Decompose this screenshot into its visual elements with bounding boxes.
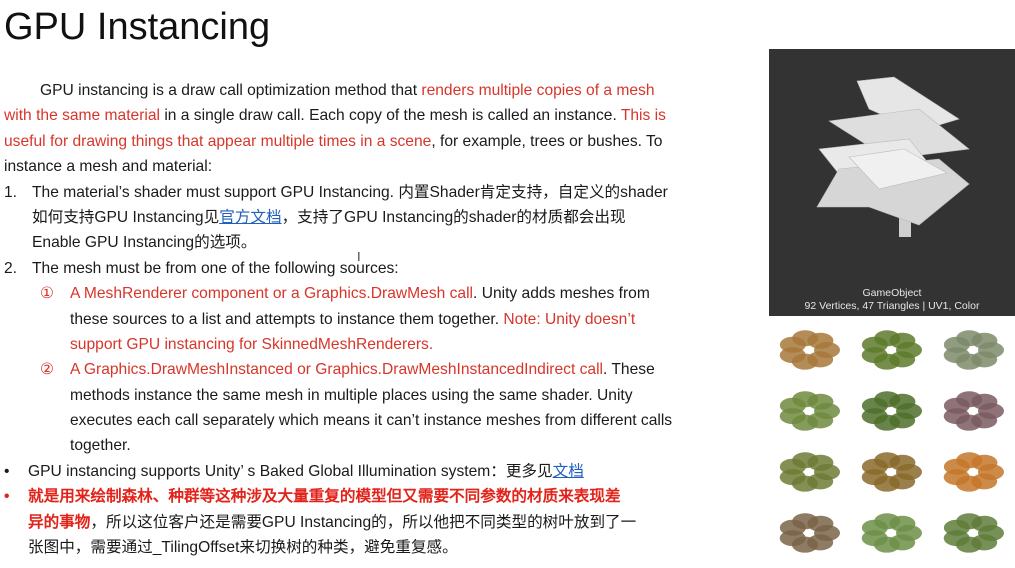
text-segment: . Unity adds meshes from <box>473 285 650 303</box>
list-marker: ② <box>40 361 54 379</box>
foliage-texture-atlas <box>769 320 1015 563</box>
text-segment: Enable GPU Instancing的选项。 <box>32 234 257 252</box>
leaf-cluster-icon <box>861 513 922 553</box>
text-segment: 如何支持GPU Instancing见 <box>32 208 220 226</box>
text-line: 如何支持GPU Instancing见官方文档，支持了GPU Instancin… <box>0 205 765 230</box>
text-line: useful for drawing things that appear mu… <box>0 129 765 154</box>
text-line: ② A Graphics.DrawMeshInstanced or Graphic… <box>0 357 765 382</box>
text-segment: ，所以这位客户还是需要GPU Instancing的，所以他把不同类型的树叶放到… <box>90 513 637 531</box>
leaf-cluster-icon <box>943 513 1004 553</box>
text-segment: A Graphics.DrawMeshInstanced or Graphics… <box>70 361 604 379</box>
text-segment: GPU instancing supports Unity’ s Baked G… <box>28 462 553 480</box>
text-line: instance a mesh and material: <box>0 154 765 179</box>
text-segment: The mesh must be from one of the followi… <box>32 259 399 277</box>
text-segment: . These <box>603 361 655 379</box>
text-segment: 就是用来绘制森林、种群等这种涉及大量重复的模型但又需要不同参数的材质来表现差 <box>28 488 621 506</box>
text-segment: ，支持了GPU Instancing的shader的材质都会出现 <box>281 208 626 226</box>
text-line: 2. The mesh must be from one of the follo… <box>0 256 765 281</box>
slide-title: GPU Instancing <box>4 6 271 48</box>
text-line: these sources to a list and attempts to … <box>0 307 765 332</box>
preview-object-name: GameObject <box>862 287 922 299</box>
leaf-cluster-icon <box>779 513 840 553</box>
leaf-cluster-icon <box>943 452 1004 492</box>
text-line: with the same material in a single draw … <box>0 103 765 128</box>
text-segment: , for example, trees or bushes. To <box>431 132 663 150</box>
text-segment: methods instance the same mesh in multip… <box>70 386 633 404</box>
slide-body: GPU instancing is a draw call optimizati… <box>0 78 765 560</box>
text-line: together. <box>0 433 765 458</box>
leaf-cluster-icon <box>943 391 1004 431</box>
text-segment: useful for drawing things that appear mu… <box>4 132 432 150</box>
list-marker: • <box>4 488 10 506</box>
text-line: Enable GPU Instancing的选项。 <box>0 230 765 255</box>
tree-mesh-icon <box>816 76 970 237</box>
leaf-cluster-icon <box>779 452 840 492</box>
text-segment: GPU instancing is a draw call optimizati… <box>40 82 422 99</box>
text-segment: with the same material <box>4 107 160 125</box>
text-segment: these sources to a list and attempts to … <box>70 310 504 328</box>
text-line: GPU instancing is a draw call optimizati… <box>0 78 765 103</box>
text-line: methods instance the same mesh in multip… <box>0 383 765 408</box>
leaf-cluster-icon <box>943 330 1004 370</box>
list-marker: ① <box>40 285 54 303</box>
leaf-cluster-icon <box>861 330 922 370</box>
text-segment: executes each call separately which mean… <box>70 412 673 430</box>
leaf-cluster-icon <box>779 330 840 370</box>
text-line: • GPU instancing supports Unity’ s Baked … <box>0 459 765 484</box>
text-line: 张图中，需要通过_TilingOffset来切换树的种类，避免重复感。 <box>0 535 765 560</box>
text-segment: 张图中，需要通过_TilingOffset来切换树的种类，避免重复感。 <box>28 539 458 557</box>
leaf-cluster-icon <box>861 391 922 431</box>
text-line: 异的事物，所以这位客户还是需要GPU Instancing的，所以他把不同类型的… <box>0 510 765 535</box>
preview-mesh-stats: 92 Vertices, 47 Triangles | UV1, Color <box>804 300 980 312</box>
foliage-atlas-image <box>779 330 1004 553</box>
list-marker: • <box>4 462 10 480</box>
text-segment: 异的事物 <box>28 513 91 531</box>
leaf-cluster-icon <box>779 391 840 431</box>
text-segment: renders multiple copies of a mesh <box>421 82 655 99</box>
text-segment: together. <box>70 437 131 455</box>
text-segment: Note: Unity doesn’t <box>503 310 636 328</box>
list-marker: 2. <box>4 259 18 277</box>
text-cursor-icon: I <box>357 249 361 264</box>
text-line: support GPU instancing for SkinnedMeshRe… <box>0 332 765 357</box>
leaf-cluster-icon <box>861 452 922 492</box>
doc-link[interactable]: 文档 <box>553 463 584 480</box>
text-line: executes each call separately which mean… <box>0 408 765 433</box>
text-line: ① A MeshRenderer component or a Graphics.… <box>0 281 765 306</box>
list-marker: 1. <box>4 183 18 201</box>
text-segment: in a single draw call. Each copy of the … <box>160 107 621 125</box>
mesh-preview: GameObject 92 Vertices, 47 Triangles | U… <box>769 49 1015 316</box>
text-line: • 就是用来绘制森林、种群等这种涉及大量重复的模型但又需要不同参数的材质来表现差 <box>0 484 765 509</box>
doc-link[interactable]: 官方文档 <box>219 209 281 226</box>
text-segment: A MeshRenderer component or a Graphics.D… <box>70 285 474 303</box>
text-segment: The material’s shader must support GPU I… <box>32 183 668 201</box>
text-segment: This is <box>620 107 666 125</box>
text-segment: support GPU instancing for SkinnedMeshRe… <box>70 335 434 353</box>
text-line: 1. The material’s shader must support GPU… <box>0 180 765 205</box>
text-segment: instance a mesh and material: <box>4 158 213 176</box>
